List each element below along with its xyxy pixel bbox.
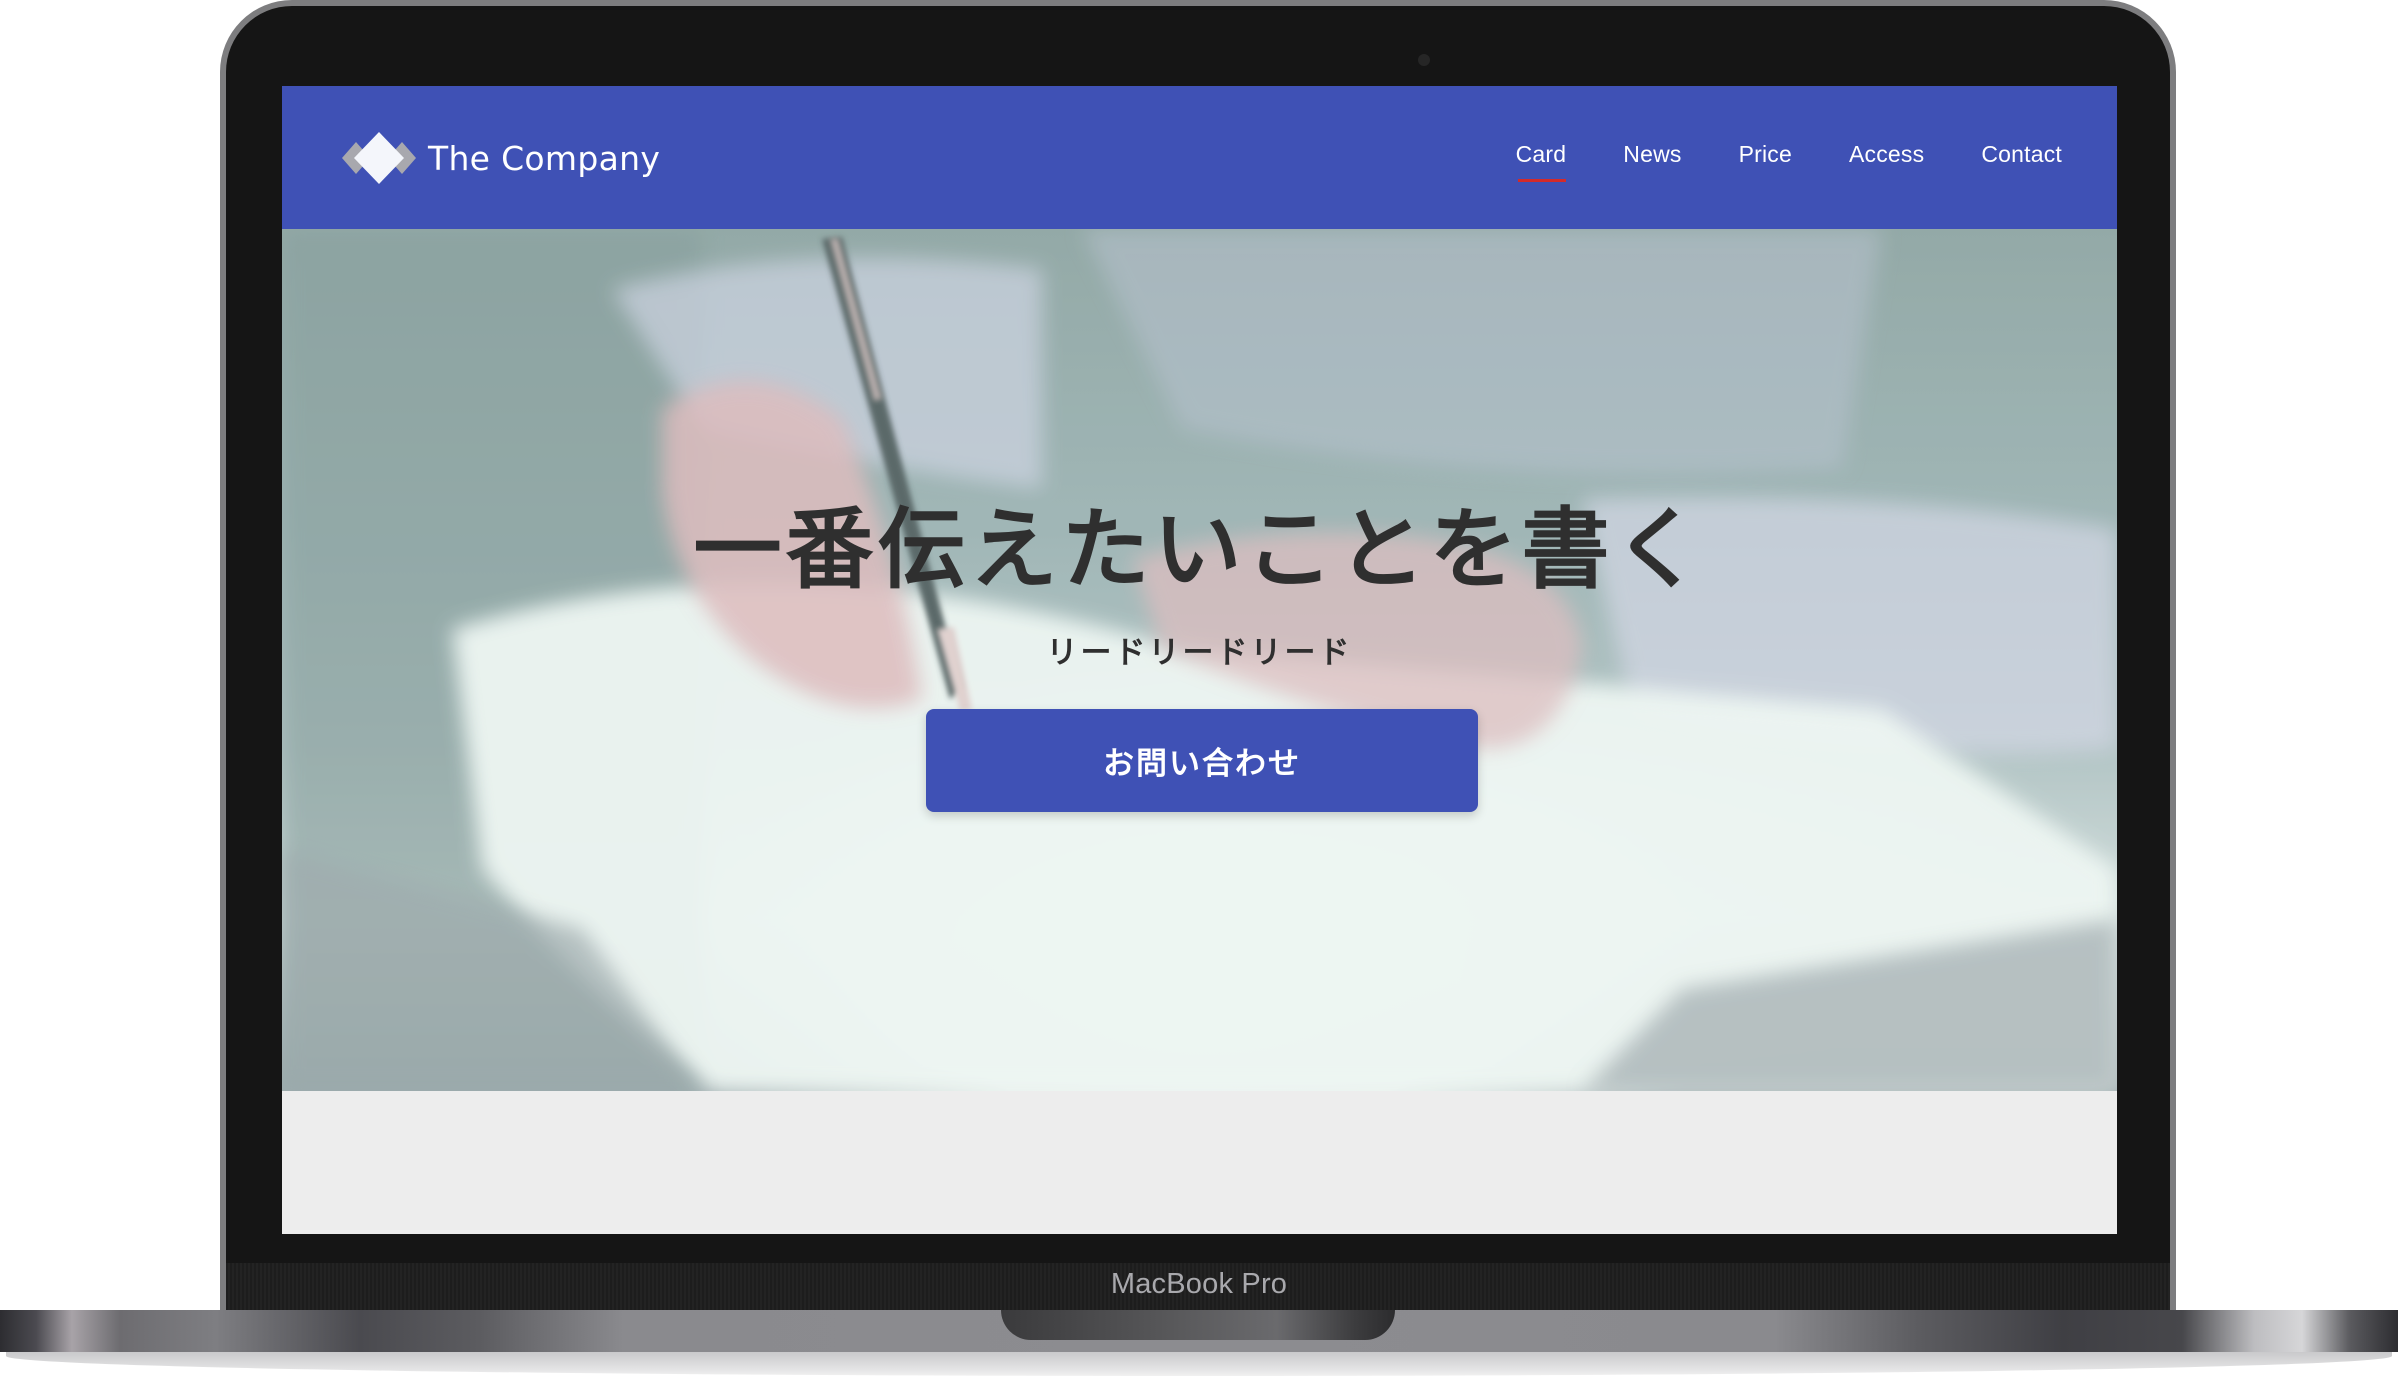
nav-item-card[interactable]: Card <box>1516 141 1567 184</box>
diamond-logo-icon <box>340 128 420 188</box>
hero-section: 一番伝えたいことを書く リードリードリード お問い合わせ <box>282 229 2117 1091</box>
content-section <box>282 1091 2117 1234</box>
nav-item-contact[interactable]: Contact <box>1981 141 2062 184</box>
laptop-base-lip <box>6 1352 2392 1376</box>
hero-title: 一番伝えたいことを書く <box>693 498 1706 601</box>
brand-name: The Company <box>428 138 661 178</box>
nav-item-news[interactable]: News <box>1623 141 1681 184</box>
nav-item-access[interactable]: Access <box>1849 141 1924 184</box>
camera-icon <box>1418 54 1430 66</box>
brand-logo[interactable]: The Company <box>340 128 660 188</box>
screen: The Company Card News Price Access Conta… <box>282 86 2117 1234</box>
hero-lead: リードリードリード <box>1046 635 1353 671</box>
main-nav: Card News Price Access Contact <box>1459 141 2062 184</box>
contact-button[interactable]: お問い合わせ <box>926 709 1478 812</box>
laptop-notch <box>1001 1310 1395 1340</box>
site-header: The Company Card News Price Access Conta… <box>282 86 2117 229</box>
device-label: MacBook Pro <box>1110 1268 1288 1300</box>
nav-item-price[interactable]: Price <box>1739 141 1792 184</box>
